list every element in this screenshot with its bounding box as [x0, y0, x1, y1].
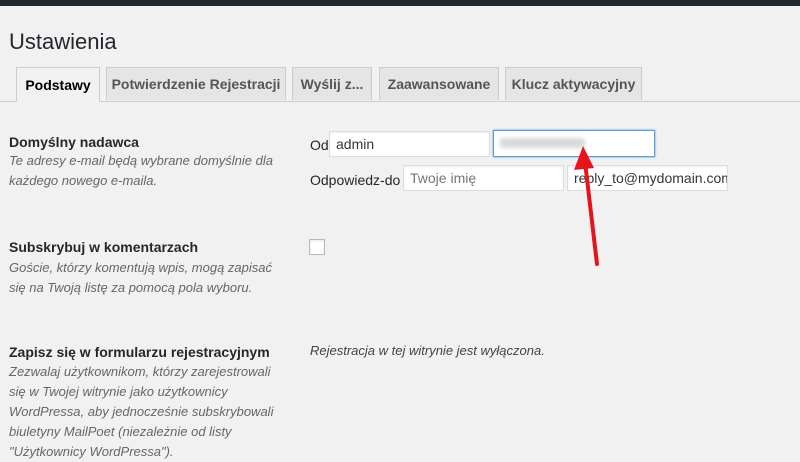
description-line: każdego nowego e-maila. — [9, 173, 158, 188]
subscribe-comments-description: Goście, którzy komentują wpis, mogą zapi… — [9, 258, 272, 298]
redacted-email — [500, 138, 585, 148]
description-line: "Użytkownicy WordPressa"). — [9, 444, 174, 459]
registration-disabled-note: Rejestracja w tej witrynie jest wyłączon… — [310, 343, 545, 358]
description-line: Goście, którzy komentują wpis, mogą zapi… — [9, 260, 272, 275]
reply-to-label: Odpowiedz-do — [310, 172, 401, 188]
page-title: Ustawienia — [9, 29, 117, 54]
from-email-input[interactable] — [493, 130, 655, 157]
description-line: biuletyny MailPoet (niezależnie od listy — [9, 424, 232, 439]
description-line: Zezwalaj użytkownikom, którzy zarejestro… — [9, 364, 271, 379]
subscribe-comments-label: Subskrybuj w komentarzach — [9, 239, 199, 255]
default-sender-label: Domyślny nadawca — [9, 134, 139, 150]
reply-to-email-input[interactable]: reply_to@mydomain.com — [567, 165, 728, 191]
tab-wyslij-z[interactable]: Wyślij z... — [292, 67, 372, 100]
tabs-divider — [0, 101, 800, 102]
description-line: Te adresy e-mail będą wybrane domyślnie … — [9, 153, 273, 168]
default-sender-description: Te adresy e-mail będą wybrane domyślnie … — [9, 151, 273, 191]
description-line: się na Twoją listę za pomocą pola wyboru… — [9, 280, 253, 295]
tab-zaawansowane[interactable]: Zaawansowane — [379, 67, 499, 100]
tab-podstawy[interactable]: Podstawy — [16, 67, 100, 102]
admin-top-bar — [0, 0, 800, 6]
reply-to-name-input[interactable]: Twoje imię — [403, 165, 564, 191]
subscribe-comments-checkbox[interactable] — [309, 239, 325, 255]
tab-potwierdzenie-rejestracji[interactable]: Potwierdzenie Rejestracji — [106, 67, 286, 100]
subscribe-registration-label: Zapisz się w formularzu rejestracyjnym — [9, 344, 270, 360]
from-name-input[interactable]: admin — [329, 131, 490, 157]
tab-klucz-aktywacyjny[interactable]: Klucz aktywacyjny — [505, 67, 642, 100]
subscribe-registration-description: Zezwalaj użytkownikom, którzy zarejestro… — [9, 362, 273, 462]
description-line: się w Twojej witrynie jako użytkownicy — [9, 384, 228, 399]
description-line: WordPressa, aby jednocześnie subskrybowa… — [9, 404, 274, 419]
from-label: Od — [310, 137, 329, 153]
